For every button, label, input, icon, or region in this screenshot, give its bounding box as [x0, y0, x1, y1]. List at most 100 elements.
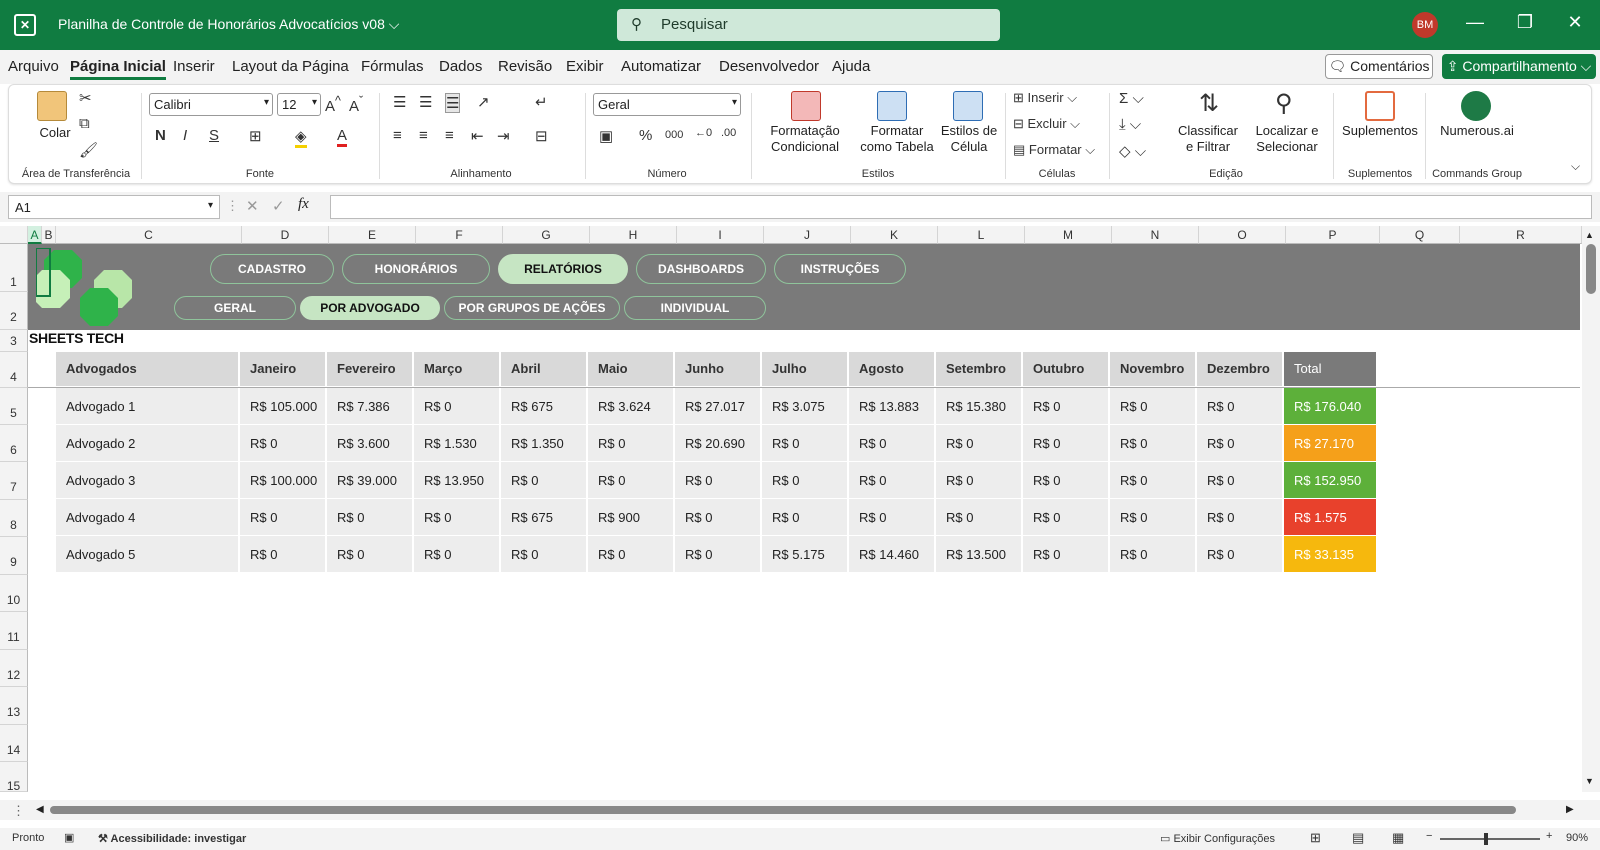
month-value-cell[interactable]: R$ 0 — [588, 425, 673, 462]
lawyer-name-cell[interactable]: Advogado 4 — [56, 499, 238, 536]
month-value-cell[interactable]: R$ 0 — [849, 462, 934, 499]
zoom-slider[interactable] — [1440, 838, 1540, 840]
collapse-ribbon-icon[interactable]: ⌵ — [1571, 159, 1580, 174]
lawyer-name-cell[interactable]: Advogado 1 — [56, 388, 238, 425]
conditional-format-icon[interactable] — [791, 91, 821, 121]
fill-color-icon[interactable]: ◈ — [295, 127, 307, 148]
horizontal-scrollbar[interactable]: ⋮ ◀ ▶ — [0, 800, 1600, 820]
month-value-cell[interactable]: R$ 0 — [240, 425, 325, 462]
align-left-icon[interactable]: ≡ — [393, 127, 402, 144]
month-value-cell[interactable]: R$ 0 — [936, 425, 1021, 462]
column-header[interactable]: R — [1460, 226, 1582, 244]
month-value-cell[interactable]: R$ 0 — [675, 536, 760, 573]
total-cell[interactable]: R$ 152.950 — [1284, 462, 1376, 499]
workbook-title[interactable]: Planilha de Controle de Honorários Advoc… — [58, 16, 399, 33]
decrease-decimal-icon[interactable]: .00 — [721, 127, 736, 139]
paste-icon[interactable] — [37, 91, 67, 121]
month-value-cell[interactable]: R$ 0 — [762, 425, 847, 462]
month-value-cell[interactable]: R$ 0 — [1197, 462, 1282, 499]
month-value-cell[interactable]: R$ 3.075 — [762, 388, 847, 425]
column-header[interactable]: I — [677, 226, 764, 244]
menu-pagina-inicial[interactable]: Página Inicial — [70, 58, 166, 80]
month-value-cell[interactable]: R$ 0 — [936, 462, 1021, 499]
search-box[interactable]: ⚲ Pesquisar — [617, 9, 1000, 41]
addins-label[interactable]: Suplementos — [1339, 123, 1421, 139]
row-header[interactable]: 14 — [0, 725, 28, 762]
increase-indent-icon[interactable]: ⇥ — [497, 127, 510, 145]
decrease-indent-icon[interactable]: ⇤ — [471, 127, 484, 145]
total-cell[interactable]: R$ 1.575 — [1284, 499, 1376, 536]
fill-icon[interactable]: ⤓ ⌵ — [1119, 116, 1141, 133]
month-value-cell[interactable]: R$ 675 — [501, 388, 586, 425]
confirm-icon[interactable]: ✓ — [272, 197, 285, 215]
month-value-cell[interactable]: R$ 0 — [501, 462, 586, 499]
format-table-icon[interactable] — [877, 91, 907, 121]
row-header[interactable]: 4 — [0, 352, 28, 388]
sheet-grid[interactable]: SHEETS TECH CADASTRO HONORÁRIOS RELATÓRI… — [28, 244, 1580, 792]
month-value-cell[interactable]: R$ 0 — [1110, 536, 1195, 573]
month-value-cell[interactable]: R$ 0 — [1110, 499, 1195, 536]
month-value-cell[interactable]: R$ 7.386 — [327, 388, 412, 425]
column-header[interactable]: H — [590, 226, 677, 244]
column-header[interactable]: J — [764, 226, 851, 244]
month-value-cell[interactable]: R$ 0 — [1197, 499, 1282, 536]
find-select-label[interactable]: Localizar e Selecionar — [1245, 123, 1329, 155]
underline-button[interactable]: S — [209, 127, 219, 144]
format-table-label[interactable]: Formatar como Tabela — [855, 123, 939, 155]
menu-revisao[interactable]: Revisão — [498, 58, 552, 75]
page-break-icon[interactable]: ▦ — [1392, 830, 1404, 846]
month-value-cell[interactable]: R$ 3.624 — [588, 388, 673, 425]
numerous-ai-icon[interactable] — [1461, 91, 1491, 121]
row-header[interactable]: 10 — [0, 575, 28, 612]
menu-exibir[interactable]: Exibir — [566, 58, 604, 75]
row-header[interactable]: 3 — [0, 330, 28, 352]
row-header[interactable]: 1 — [0, 244, 28, 292]
scroll-right-icon[interactable]: ▶ — [1566, 804, 1574, 815]
month-value-cell[interactable]: R$ 14.460 — [849, 536, 934, 573]
month-value-cell[interactable]: R$ 0 — [327, 536, 412, 573]
italic-button[interactable]: I — [183, 127, 187, 144]
month-value-cell[interactable]: R$ 0 — [1110, 462, 1195, 499]
column-header[interactable]: K — [851, 226, 938, 244]
format-painter-icon[interactable]: 🖌 — [79, 141, 98, 159]
nav-cadastro[interactable]: CADASTRO — [210, 254, 334, 284]
month-value-cell[interactable]: R$ 0 — [1110, 425, 1195, 462]
column-header[interactable]: N — [1112, 226, 1199, 244]
row-header[interactable]: 13 — [0, 687, 28, 725]
cut-icon[interactable]: ✂ — [79, 89, 92, 107]
total-cell[interactable]: R$ 176.040 — [1284, 388, 1376, 425]
scroll-up-icon[interactable]: ▲ — [1585, 230, 1594, 240]
align-center-icon[interactable]: ≡ — [419, 127, 428, 144]
menu-formulas[interactable]: Fórmulas — [361, 58, 424, 75]
month-value-cell[interactable]: R$ 0 — [849, 499, 934, 536]
name-box[interactable]: A1 ▾ — [8, 195, 220, 219]
merge-center-icon[interactable]: ⊟ — [535, 127, 548, 145]
zoom-out-icon[interactable]: − — [1426, 830, 1432, 842]
month-value-cell[interactable]: R$ 0 — [1197, 388, 1282, 425]
month-value-cell[interactable]: R$ 39.000 — [327, 462, 412, 499]
column-header[interactable]: B — [42, 226, 56, 244]
subnav-individual[interactable]: INDIVIDUAL — [624, 296, 766, 320]
wrap-text-icon[interactable]: ↵ — [535, 93, 548, 111]
month-value-cell[interactable]: R$ 0 — [762, 499, 847, 536]
accessibility-status[interactable]: ⚒ Acessibilidade: investigar — [98, 832, 246, 845]
row-header[interactable]: 7 — [0, 462, 28, 500]
normal-view-icon[interactable]: ⊞ — [1310, 830, 1321, 846]
menu-inserir[interactable]: Inserir — [173, 58, 215, 75]
formula-input[interactable] — [330, 195, 1592, 219]
lawyer-name-cell[interactable]: Advogado 3 — [56, 462, 238, 499]
menu-ajuda[interactable]: Ajuda — [832, 58, 870, 75]
sort-filter-icon[interactable]: ⇅ — [1199, 89, 1219, 118]
sort-filter-label[interactable]: Classificar e Filtrar — [1175, 123, 1241, 155]
column-header[interactable]: D — [242, 226, 329, 244]
align-top-icon[interactable]: ☰ — [393, 93, 406, 111]
column-header[interactable]: E — [329, 226, 416, 244]
month-value-cell[interactable]: R$ 15.380 — [936, 388, 1021, 425]
month-value-cell[interactable]: R$ 100.000 — [240, 462, 325, 499]
column-header[interactable]: M — [1025, 226, 1112, 244]
h-scroll-thumb[interactable] — [50, 806, 1516, 814]
month-value-cell[interactable]: R$ 5.175 — [762, 536, 847, 573]
lawyer-name-cell[interactable]: Advogado 2 — [56, 425, 238, 462]
month-value-cell[interactable]: R$ 3.600 — [327, 425, 412, 462]
increase-decimal-icon[interactable]: ←0 — [695, 127, 712, 139]
